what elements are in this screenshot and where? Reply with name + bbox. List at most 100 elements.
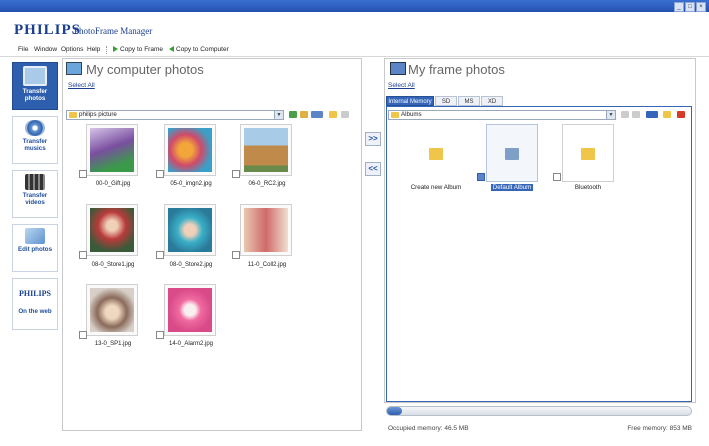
copy-to-frame-label: Copy to Frame [120, 46, 163, 53]
music-icon [25, 120, 45, 136]
back-icon[interactable] [289, 111, 297, 118]
album-bluetooth[interactable] [562, 124, 614, 182]
photo-checkbox[interactable] [79, 170, 87, 178]
photo-image [168, 128, 212, 172]
photo-checkbox[interactable] [156, 251, 164, 259]
sidebar-label: Transfer videos [22, 192, 48, 206]
transfer-to-computer-button[interactable]: << [365, 162, 381, 176]
product-name: PhotoFrame Manager [74, 26, 153, 36]
photo-image [168, 208, 212, 252]
photo-image [90, 288, 134, 332]
computer-panel-title: My computer photos [86, 62, 204, 77]
folder-up-icon[interactable] [300, 111, 308, 118]
menu-file[interactable]: File [18, 46, 28, 53]
new-folder-icon[interactable] [663, 111, 671, 118]
folder-up-icon[interactable] [632, 111, 640, 118]
path-text: philips picture [79, 111, 117, 118]
sidebar-item-transfer-videos[interactable]: Transfer videos [12, 170, 58, 218]
photo-checkbox[interactable] [156, 331, 164, 339]
chevron-down-icon[interactable]: ▼ [274, 111, 283, 119]
photo-thumbnail[interactable] [86, 124, 138, 176]
photo-checkbox[interactable] [79, 251, 87, 259]
album-checkbox[interactable] [553, 173, 561, 181]
path-dropdown[interactable]: philips picture ▼ [66, 110, 284, 120]
sidebar-item-edit-photos[interactable]: Edit photos [12, 224, 58, 272]
window-title-bar [0, 0, 709, 12]
memory-usage-bar [386, 406, 692, 416]
maximize-button[interactable]: □ [685, 2, 695, 12]
photo-image [90, 128, 134, 172]
frame-panel-title: My frame photos [408, 62, 505, 77]
sidebar-label: Edit photos [17, 246, 53, 253]
photo-image [244, 208, 288, 252]
album-create-new[interactable] [410, 124, 462, 182]
sidebar-item-transfer-musics[interactable]: Transfer musics [12, 116, 58, 164]
free-memory-label: Free memory: 853 MB [627, 425, 692, 432]
tab-ms[interactable]: MS [458, 96, 480, 106]
back-icon[interactable] [621, 111, 629, 118]
menu-separator [106, 46, 108, 54]
copy-to-computer-button[interactable]: Copy to Computer [169, 46, 229, 53]
minimize-button[interactable]: _ [674, 2, 684, 12]
photo-image [244, 128, 288, 172]
photo-thumbnail[interactable] [86, 284, 138, 336]
tab-sd[interactable]: SD [435, 96, 457, 106]
menu-options[interactable]: Options [61, 46, 83, 53]
tab-internal-memory[interactable]: Internal Memory [386, 96, 434, 106]
album-name: Default Album [490, 184, 534, 191]
copy-to-computer-label: Copy to Computer [176, 46, 229, 53]
photo-thumbnail[interactable] [164, 124, 216, 176]
photo-thumbnail[interactable] [164, 204, 216, 256]
album-label: Create new Album [396, 184, 476, 191]
photo-thumbnail[interactable] [86, 204, 138, 256]
photo-checkbox[interactable] [156, 170, 164, 178]
select-all-link[interactable]: Select All [68, 82, 95, 89]
menu-window[interactable]: Window [34, 46, 57, 53]
photo-filename: 05-0_imgn2.jpg [170, 181, 212, 187]
photo-frame-icon [390, 62, 406, 75]
menu-help[interactable]: Help [87, 46, 100, 53]
album-name: Bluetooth [574, 184, 602, 191]
photo-thumbnail[interactable] [240, 204, 292, 256]
view-mode-icon[interactable] [646, 111, 658, 118]
album-checkbox[interactable] [477, 173, 485, 181]
album-path-text: Albums [401, 111, 422, 118]
album-label: Default Album [472, 184, 552, 191]
film-icon [25, 174, 45, 190]
photo-filename: 00-0_Gift.jpg [95, 181, 131, 187]
copy-to-frame-button[interactable]: Copy to Frame [113, 46, 163, 53]
photo-image [168, 288, 212, 332]
photo-checkbox[interactable] [79, 331, 87, 339]
photo-filename: 11-0_Coll2.jpg [247, 262, 287, 268]
photo-thumbnail[interactable] [164, 284, 216, 336]
close-button[interactable]: × [696, 2, 706, 12]
album-path-dropdown[interactable]: Albums ▼ [388, 110, 616, 120]
delete-icon[interactable] [341, 111, 349, 118]
photo-filename: 08-0_Store1.jpg [91, 262, 135, 268]
monitor-icon [23, 66, 47, 86]
photo-filename: 13-0_SP1.jpg [94, 341, 132, 347]
green-arrow-left-icon [169, 46, 174, 53]
folder-icon [429, 148, 443, 160]
chevron-down-icon[interactable]: ▼ [606, 111, 615, 119]
delete-icon[interactable] [677, 111, 685, 118]
memory-used-fill [387, 407, 403, 415]
green-arrow-right-icon [113, 46, 118, 53]
select-all-link[interactable]: Select All [388, 82, 415, 89]
sidebar-item-transfer-photos[interactable]: Transfer photos [12, 62, 58, 110]
photo-filename: 08-0_Store2.jpg [169, 262, 213, 268]
photo-checkbox[interactable] [232, 170, 240, 178]
sidebar-label: Transfer photos [22, 88, 48, 102]
album-name: Create new Album [410, 184, 462, 191]
computer-icon [66, 62, 82, 75]
transfer-to-frame-button[interactable]: >> [365, 132, 381, 146]
tab-xd[interactable]: XD [481, 96, 503, 106]
photo-thumbnail[interactable] [240, 124, 292, 176]
philips-logo: PHILIPS [18, 289, 51, 298]
folder-icon [391, 112, 399, 118]
photo-checkbox[interactable] [232, 251, 240, 259]
view-mode-icon[interactable] [311, 111, 323, 118]
sidebar-item-on-the-web[interactable]: PHILIPS On the web [12, 278, 58, 330]
new-folder-icon[interactable] [329, 111, 337, 118]
album-default[interactable] [486, 124, 538, 182]
